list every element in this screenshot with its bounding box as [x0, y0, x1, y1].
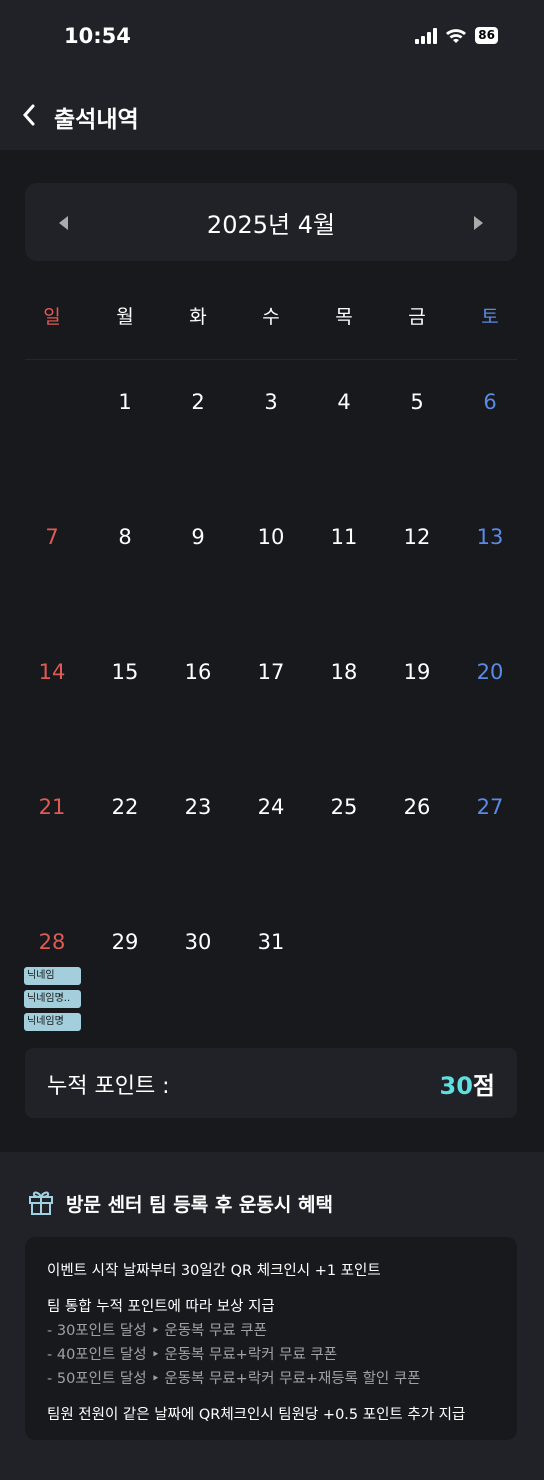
calendar-day[interactable]: 9 [168, 525, 228, 549]
calendar-day[interactable]: 22 [95, 795, 155, 819]
gift-icon [29, 1191, 53, 1215]
calendar-day[interactable]: 23 [168, 795, 228, 819]
attendance-badge[interactable]: 닉네임 [24, 967, 81, 985]
calendar-day[interactable]: 12 [387, 525, 447, 549]
calendar-day[interactable]: 19 [387, 660, 447, 684]
calendar-day[interactable]: 7 [22, 525, 82, 549]
weekday-header: 금 [408, 306, 426, 328]
calendar-day[interactable]: 21 [22, 795, 82, 819]
weekday-header: 화 [189, 306, 207, 328]
month-title: 2025년 4월 [206, 211, 336, 239]
attendance-badge[interactable]: 닉네임명 [24, 1013, 81, 1031]
calendar-day[interactable]: 15 [95, 660, 155, 684]
calendar-day[interactable]: 20 [460, 660, 520, 684]
calendar-day[interactable]: 27 [460, 795, 520, 819]
benefit-line: 이벤트 시작 날짜부터 30일간 QR 체크인시 +1 포인트 [47, 1263, 381, 1279]
weekday-header: 일 [43, 306, 61, 328]
weekday-header: 월 [116, 306, 134, 328]
calendar-day[interactable]: 28 [22, 930, 82, 954]
next-month-icon[interactable] [474, 216, 483, 230]
benefit-info-card: 이벤트 시작 날짜부터 30일간 QR 체크인시 +1 포인트 팀 통합 누적 … [25, 1237, 517, 1440]
calendar-day[interactable]: 2 [168, 390, 228, 414]
weekday-header: 수 [262, 306, 280, 328]
weekday-header: 토 [481, 306, 499, 328]
calendar-day[interactable]: 4 [314, 390, 374, 414]
month-selector: 2025년 4월 [25, 183, 517, 261]
top-bar: 10:54 86 출석내역 [0, 0, 544, 150]
calendar-day[interactable]: 10 [241, 525, 301, 549]
calendar-day[interactable]: 5 [387, 390, 447, 414]
status-icons: 86 [415, 27, 498, 44]
calendar-day[interactable]: 16 [168, 660, 228, 684]
calendar-day[interactable]: 13 [460, 525, 520, 549]
points-label: 누적 포인트 : [47, 1074, 170, 1099]
calendar-day[interactable]: 8 [95, 525, 155, 549]
benefit-line: 팀 통합 누적 포인트에 따라 보상 지급 [47, 1299, 275, 1315]
points-card: 누적 포인트 : 30점 [25, 1048, 517, 1118]
points-number: 30 [439, 1072, 473, 1100]
calendar-day[interactable]: 1 [95, 390, 155, 414]
calendar-day[interactable]: 29 [95, 930, 155, 954]
benefit-title: 방문 센터 팀 등록 후 운동시 혜택 [66, 1194, 333, 1216]
calendar-day[interactable]: 31 [241, 930, 301, 954]
reward-item: - 40포인트 달성 ‣ 운동복 무료+락커 무료 쿠폰 [47, 1347, 338, 1363]
calendar-day[interactable]: 26 [387, 795, 447, 819]
status-time: 10:54 [64, 24, 131, 48]
reward-item: - 50포인트 달성 ‣ 운동복 무료+락커 무료+재등록 할인 쿠폰 [47, 1371, 421, 1387]
reward-item: - 30포인트 달성 ‣ 운동복 무료 쿠폰 [47, 1323, 267, 1339]
wifi-icon [446, 28, 467, 43]
calendar-day[interactable]: 6 [460, 390, 520, 414]
calendar-day[interactable]: 25 [314, 795, 374, 819]
points-value: 30점 [440, 1066, 496, 1101]
divider [25, 359, 517, 360]
attendance-badge[interactable]: 닉네임명.. [24, 990, 81, 1008]
points-unit: 점 [472, 1072, 495, 1100]
calendar-day[interactable]: 24 [241, 795, 301, 819]
calendar-day[interactable]: 14 [22, 660, 82, 684]
calendar-day[interactable]: 11 [314, 525, 374, 549]
signal-icon [415, 27, 438, 44]
calendar-day[interactable]: 30 [168, 930, 228, 954]
back-icon[interactable] [20, 100, 40, 130]
weekday-header: 목 [335, 306, 353, 328]
benefit-line: 팀원 전원이 같은 날짜에 QR체크인시 팀원당 +0.5 포인트 추가 지급 [47, 1407, 466, 1423]
battery-icon: 86 [475, 27, 498, 44]
page-title: 출석내역 [54, 107, 139, 133]
calendar-day[interactable]: 3 [241, 390, 301, 414]
calendar-day[interactable]: 18 [314, 660, 374, 684]
calendar-day[interactable]: 17 [241, 660, 301, 684]
